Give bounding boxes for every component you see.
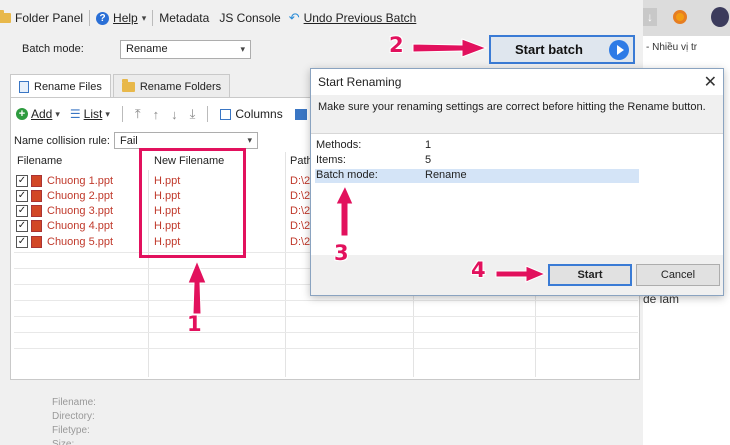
annotation-arrows	[187, 38, 547, 315]
arrow-4-icon	[495, 265, 547, 283]
annotation-number-1: 1	[187, 312, 202, 336]
annotation-number-3: 3	[334, 241, 349, 265]
annotation-number-4: 4	[471, 258, 486, 282]
arrow-2-icon	[412, 38, 488, 58]
arrow-3-icon	[335, 184, 354, 237]
annotation-number-2: 2	[389, 33, 404, 57]
arrow-1-icon	[187, 259, 207, 315]
